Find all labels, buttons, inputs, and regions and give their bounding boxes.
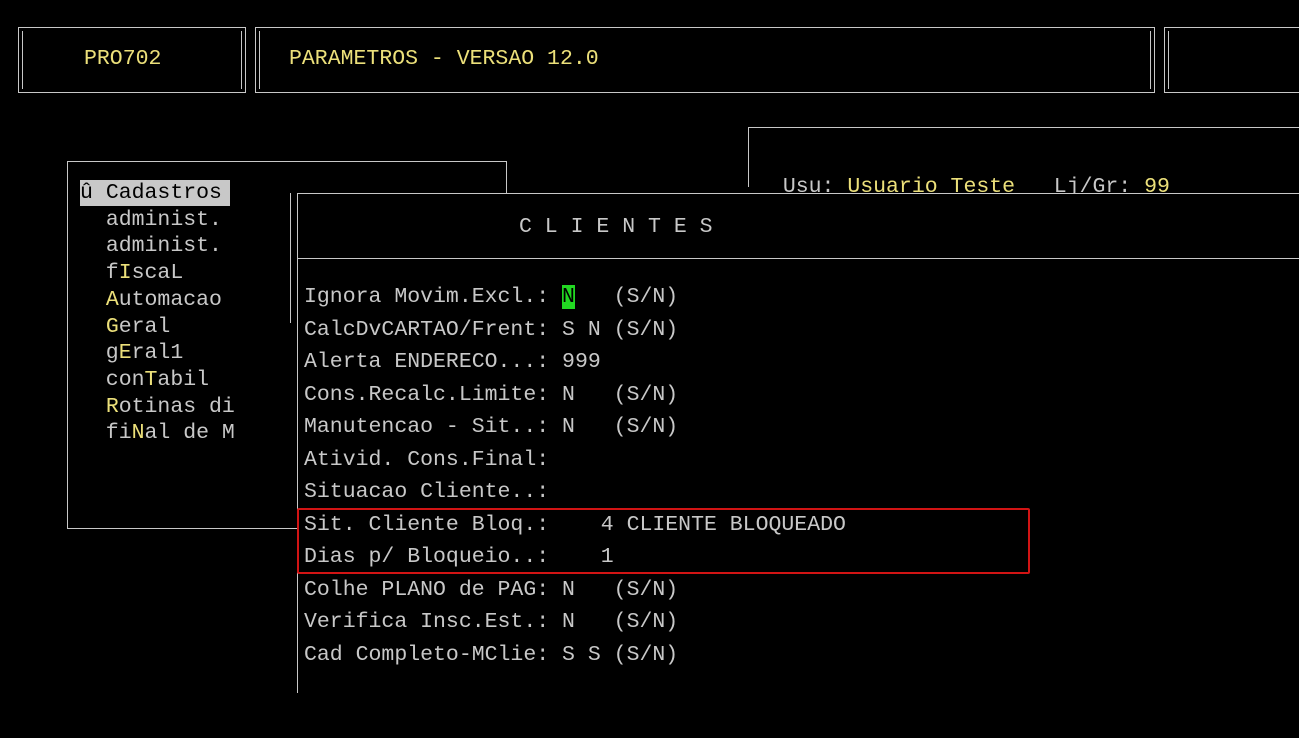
menu-item-prefix: con	[80, 367, 145, 392]
menu-item-prefix: û	[80, 181, 106, 205]
clientes-title-divider	[297, 258, 1299, 259]
highlight-box	[297, 508, 1030, 574]
menu-item-prefix: g	[80, 341, 119, 366]
menu-item-prefix	[80, 395, 106, 419]
menu-item-prefix: f	[80, 261, 119, 286]
clientes-title: C L I E N T E S	[519, 215, 713, 239]
param-value-field[interactable]: N	[562, 415, 575, 439]
menu-item-prefix	[80, 288, 106, 312]
menu-item-hotkey: I	[118, 261, 132, 286]
menu-item-hotkey: E	[118, 341, 132, 366]
menu-item-label: utomacao	[118, 287, 222, 312]
menu-item-label: otinas di	[118, 394, 235, 419]
param-value-field[interactable]: N	[562, 610, 575, 634]
param-value-field[interactable]: S S	[562, 643, 601, 667]
param-label: Cons.Recalc.Limite:	[304, 382, 550, 407]
menu-item-label: al de M	[144, 421, 235, 446]
right-header-box-inner	[1168, 31, 1299, 89]
menu-item[interactable]: fIscaL	[80, 260, 183, 286]
menu-item-prefix: fi	[80, 421, 132, 446]
param-value-field[interactable]: N	[562, 285, 575, 309]
param-row: Cons.Recalc.Limite: N (S/N)	[304, 382, 678, 408]
menu-item[interactable]: Rotinas di	[80, 394, 235, 420]
menu-item-label: administ.	[105, 234, 222, 259]
param-label: Ativid. Cons.Final:	[304, 447, 550, 472]
param-label: CalcDvCARTAO/Frent:	[304, 317, 550, 342]
menu-item-prefix	[80, 234, 106, 258]
param-row: Verifica Insc.Est.: N (S/N)	[304, 609, 678, 635]
menu-item[interactable]: Automacao	[80, 287, 222, 313]
clientes-panel-inner-line	[290, 193, 291, 323]
menu-item-hotkey: R	[105, 394, 119, 419]
param-hint: (S/N)	[613, 577, 679, 602]
menu-item[interactable]: gEral1	[80, 340, 183, 366]
param-label: Alerta ENDERECO...:	[304, 350, 550, 374]
param-hint: (S/N)	[613, 285, 679, 309]
param-hint: (S/N)	[613, 610, 679, 634]
param-value-field[interactable]: 999	[562, 350, 601, 374]
menu-item-label: scaL	[131, 261, 184, 286]
param-row: Alerta ENDERECO...: 999	[304, 349, 601, 375]
menu-item[interactable]: Geral	[80, 314, 171, 340]
param-row: Manutencao - Sit..: N (S/N)	[304, 414, 678, 440]
param-row: Colhe PLANO de PAG: N (S/N)	[304, 577, 678, 603]
program-code: PRO702	[84, 47, 162, 71]
param-label: Ignora Movim.Excl.:	[304, 285, 550, 309]
param-row: Ignora Movim.Excl.: N (S/N)	[304, 284, 678, 310]
menu-item[interactable]: fiNal de M	[80, 420, 235, 446]
param-label: Manutencao - Sit..:	[304, 415, 550, 439]
param-hint: (S/N)	[613, 382, 679, 407]
param-label: Colhe PLANO de PAG:	[304, 577, 550, 602]
menu-item-label: abil	[157, 367, 210, 392]
param-value-field[interactable]: N	[562, 578, 575, 602]
menu-item[interactable]: administ.	[80, 233, 222, 259]
menu-item[interactable]: administ.	[80, 207, 222, 233]
param-label: Cad Completo-MClie:	[304, 642, 550, 667]
menu-item-hotkey: G	[105, 314, 119, 339]
menu-item-hotkey: T	[144, 367, 158, 392]
param-row: CalcDvCARTAO/Frent: S N (S/N)	[304, 317, 678, 343]
menu-item-label: ral1	[131, 341, 184, 366]
menu-item-prefix	[80, 315, 106, 339]
param-hint: (S/N)	[613, 317, 679, 342]
param-hint: (S/N)	[613, 415, 679, 439]
param-row: Ativid. Cons.Final:	[304, 447, 562, 473]
param-value-field[interactable]: N	[562, 383, 575, 407]
param-row: Situacao Cliente..:	[304, 479, 562, 505]
menu-item-label: administ.	[105, 207, 222, 232]
menu-item-label: eral	[118, 314, 171, 339]
screen-title: PARAMETROS - VERSAO 12.0	[289, 47, 599, 71]
param-label: Situacao Cliente..:	[304, 480, 550, 504]
menu-item-label: Cadastros	[105, 181, 222, 205]
menu-item[interactable]: conTabil	[80, 367, 209, 393]
param-value-field[interactable]: S N	[562, 318, 601, 342]
param-row: Cad Completo-MClie: S S (S/N)	[304, 642, 678, 668]
param-hint: (S/N)	[613, 642, 679, 667]
menu-item-prefix	[80, 208, 106, 232]
menu-item-hotkey: A	[105, 287, 119, 312]
param-label: Verifica Insc.Est.:	[304, 610, 550, 634]
menu-item[interactable]: û Cadastros	[80, 180, 230, 206]
menu-item-hotkey: N	[131, 421, 145, 446]
